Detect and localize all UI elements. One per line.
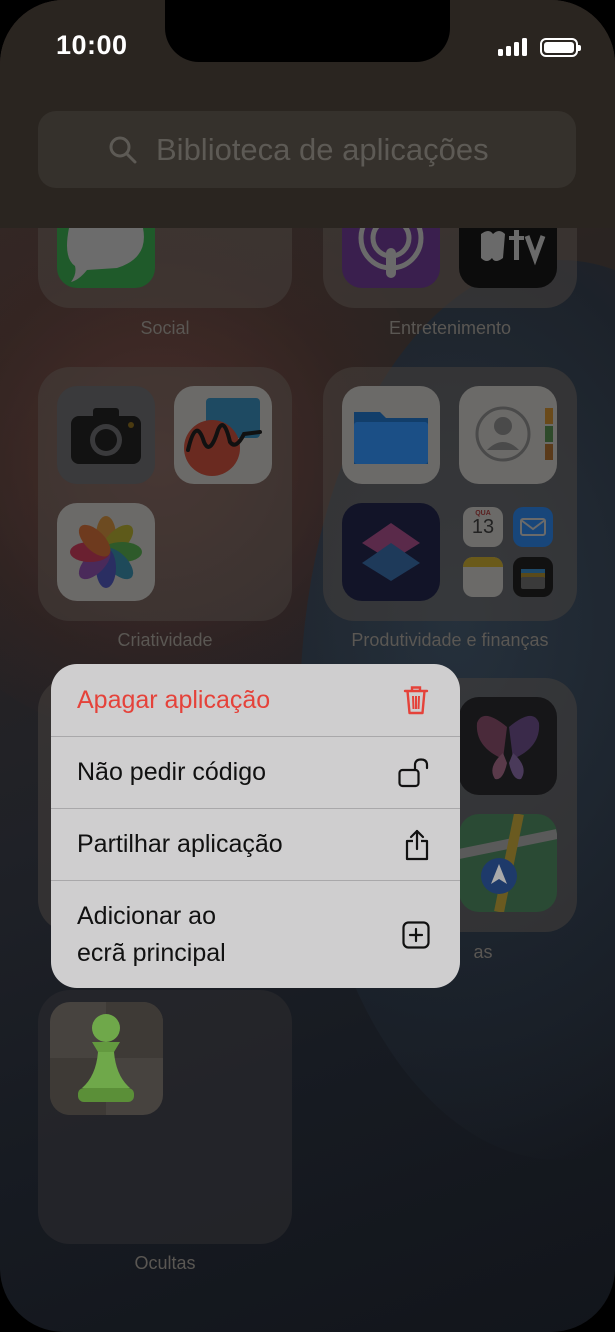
share-icon <box>405 829 429 860</box>
messages-app-icon[interactable] <box>57 228 155 288</box>
menu-item-add-home-label: Adicionar ao ecrã principal <box>77 898 226 972</box>
wallet-icon <box>521 569 545 589</box>
status-time: 10:00 <box>56 30 128 60</box>
contact-icon <box>475 406 553 462</box>
message-bubble-icon <box>67 228 144 282</box>
trash-icon <box>403 686 429 715</box>
folder-label-hidden: Ocultas <box>134 1253 196 1273</box>
map-icon <box>458 813 558 913</box>
menu-item-no-passcode[interactable]: Não pedir código <box>51 737 460 808</box>
freeform-app-icon[interactable] <box>174 386 272 484</box>
search-icon <box>109 136 137 163</box>
phone-screen: 10:00 Biblioteca de aplicações Social En… <box>0 0 615 1332</box>
app-context-menu: Apagar aplicação Não pedir código Partil… <box>51 664 460 988</box>
contacts-app-icon[interactable] <box>459 386 557 484</box>
butterfly-app-icon[interactable] <box>459 697 557 795</box>
butterfly-icon <box>476 715 540 780</box>
menu-item-delete-label: Apagar aplicação <box>77 685 271 714</box>
folder-label-creativity: Criatividade <box>117 630 213 650</box>
camera-app-icon[interactable] <box>57 386 155 484</box>
files-app-icon[interactable] <box>342 386 440 484</box>
wallet-mini-icon[interactable] <box>513 557 553 597</box>
signal-icon <box>498 38 527 56</box>
battery-icon <box>540 38 581 57</box>
tv-logo-icon <box>481 230 546 266</box>
notes-top-bar <box>463 557 503 567</box>
folder-hidden[interactable] <box>38 990 292 1244</box>
menu-item-add-home-line2: ecrã principal <box>77 939 226 967</box>
calendar-mini-icon[interactable]: QUA 13 <box>463 507 503 547</box>
menu-item-no-passcode-label: Não pedir código <box>77 758 267 786</box>
folder-icon <box>354 412 428 464</box>
notch <box>165 0 450 62</box>
shortcuts-app-icon[interactable] <box>342 503 440 601</box>
menu-item-add-home-screen[interactable]: Adicionar ao ecrã principal <box>51 881 460 988</box>
calendar-day: 13 <box>471 516 495 538</box>
maps-app-icon[interactable] <box>458 813 558 913</box>
envelope-icon <box>520 518 546 536</box>
camera-icon <box>71 408 141 464</box>
folder-productivity[interactable]: QUA 13 <box>323 367 577 621</box>
folder-label-productivity: Produtividade e finanças <box>351 630 549 650</box>
apple-tv-app-icon[interactable] <box>459 228 557 288</box>
podcast-icon <box>358 205 424 278</box>
freeform-icon <box>184 398 262 476</box>
folder-creativity[interactable] <box>38 367 292 621</box>
menu-item-share-label: Partilhar aplicação <box>77 830 283 858</box>
menu-item-add-home-line1: Adicionar ao <box>77 902 216 930</box>
podcasts-app-icon[interactable] <box>342 205 440 288</box>
folder-label-entertainment: Entretenimento <box>388 318 512 338</box>
chess-app-icon[interactable] <box>50 1002 163 1115</box>
app-library-search[interactable]: Biblioteca de aplicações <box>38 111 576 188</box>
search-placeholder: Biblioteca de aplicações <box>156 131 489 167</box>
menu-item-delete-app[interactable]: Apagar aplicação <box>51 664 460 736</box>
chess-pawn-icon <box>50 1002 163 1115</box>
menu-item-share-app[interactable]: Partilhar aplicação <box>51 809 460 880</box>
photos-icon <box>70 516 142 588</box>
mail-mini-icon[interactable] <box>513 507 553 547</box>
add-square-icon <box>402 920 430 949</box>
folder-label-social: Social <box>140 318 190 338</box>
photos-app-icon[interactable] <box>57 503 155 601</box>
unlock-icon <box>398 757 429 787</box>
notes-mini-icon[interactable] <box>463 557 503 597</box>
shortcuts-icon <box>362 523 420 581</box>
